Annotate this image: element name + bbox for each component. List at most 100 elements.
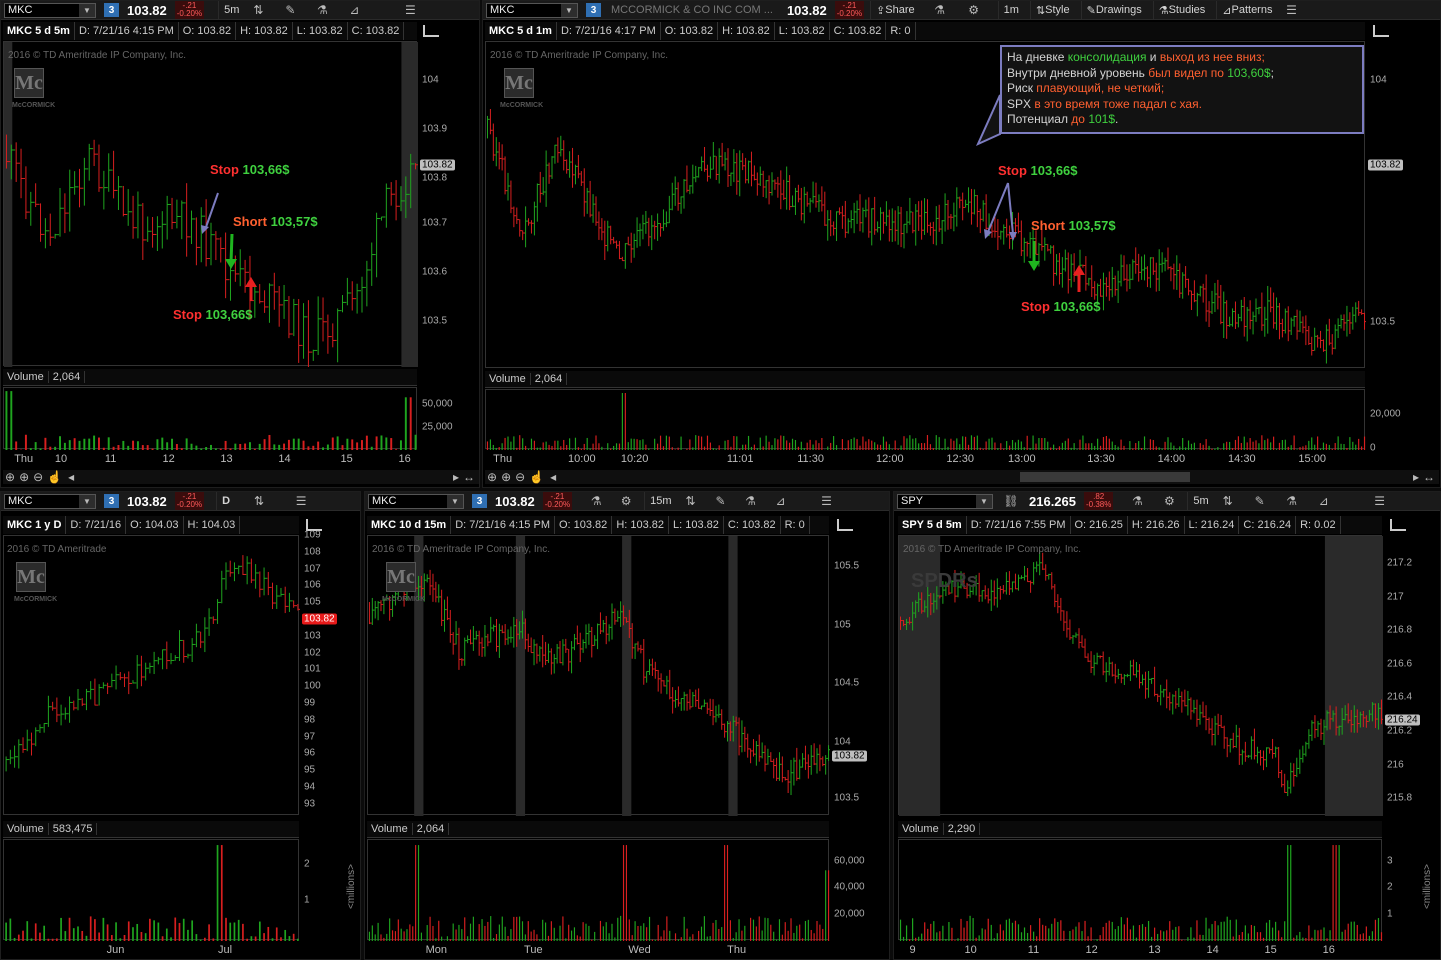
volume-bar xyxy=(174,917,177,941)
chevron-down-icon[interactable]: ▼ xyxy=(976,494,992,508)
price-plot[interactable]: 2016 © TD Ameritrade IP Company, Inc. SP… xyxy=(898,535,1383,816)
crosshair-icon[interactable]: ⊕ xyxy=(487,470,497,484)
volume-bar xyxy=(844,448,846,450)
chevron-down-icon[interactable]: ▼ xyxy=(79,494,95,508)
interval-button[interactable]: 5m xyxy=(1187,492,1213,510)
symbol-input[interactable]: SPY ▼ xyxy=(897,493,993,509)
panel-2-toolbar: MKC ▼ 3 MCCORMICK & CO INC COM ... 103.82… xyxy=(483,1,1440,20)
volume-bar xyxy=(157,922,160,941)
gear-icon[interactable]: ⚙ xyxy=(616,492,636,510)
volume-bar xyxy=(768,441,770,450)
volume-bar xyxy=(680,436,682,450)
symbol-input[interactable]: MKC ▼ xyxy=(4,493,96,509)
volume-bar xyxy=(263,933,265,941)
study-icon[interactable] xyxy=(1373,25,1389,37)
share-button[interactable]: ⇪ Share xyxy=(870,1,920,19)
volume-bar xyxy=(758,916,760,941)
volume-bar xyxy=(1129,441,1131,450)
style-icon[interactable]: ⇅ xyxy=(1218,492,1238,510)
volume-bar xyxy=(588,925,590,941)
link-badge[interactable]: 3 xyxy=(104,494,119,508)
patterns-button[interactable]: ⊿ Patterns xyxy=(1216,1,1277,19)
volume-bar xyxy=(539,447,541,450)
menu-icon[interactable]: ☰ xyxy=(1281,1,1301,19)
price-axis: 1091081071061051041031021011009998979695… xyxy=(301,530,361,815)
scroll-right-icon[interactable]: ▸ xyxy=(1413,470,1419,484)
volume-bar xyxy=(815,440,817,450)
volume-bar xyxy=(486,441,489,450)
volume-bar xyxy=(1226,916,1228,941)
volume-bar xyxy=(643,923,645,941)
volume-plot[interactable] xyxy=(3,839,299,941)
studies-icon[interactable]: ⚗ xyxy=(741,492,761,510)
expand-icon[interactable]: ↔ xyxy=(1423,470,1435,484)
studies-flask-icon[interactable]: ⚗ xyxy=(586,492,606,510)
volume-bar xyxy=(368,931,371,941)
volume-bar xyxy=(1238,934,1240,941)
close-readout: C: 103.82 xyxy=(724,516,781,534)
volume-bar xyxy=(1178,926,1180,941)
volume-bar xyxy=(579,936,581,941)
volume-bar xyxy=(553,927,555,941)
volume-bar xyxy=(1293,435,1295,450)
style-icon[interactable]: ⇅ xyxy=(249,492,269,510)
symbol-input[interactable]: MKC ▼ xyxy=(486,2,578,18)
studies-button[interactable]: ⚗ Studies xyxy=(1152,1,1211,19)
chevron-down-icon[interactable]: ▼ xyxy=(447,494,463,508)
scroll-left-icon[interactable]: ◂ xyxy=(550,470,556,484)
gear-icon[interactable]: ⚙ xyxy=(964,1,984,19)
x-tick-label: 13:00 xyxy=(1008,453,1036,465)
volume-bar xyxy=(1069,930,1071,941)
volume-bar xyxy=(77,926,79,941)
volume-bar xyxy=(967,444,970,450)
volume-bar xyxy=(648,448,650,450)
volume-bar xyxy=(615,443,618,450)
interval-button[interactable]: D xyxy=(216,492,235,510)
scroll-thumb[interactable] xyxy=(1020,472,1190,482)
volume-bar xyxy=(64,931,67,941)
price-plot[interactable]: 2016 © TD Ameritrade IP Company, Inc. Mc… xyxy=(367,535,830,816)
patterns-icon[interactable]: ⊿ xyxy=(1314,492,1334,510)
volume-bar xyxy=(666,916,668,941)
drawings-icon[interactable]: ✎ xyxy=(711,492,731,510)
menu-icon[interactable]: ☰ xyxy=(1370,492,1390,510)
link-badge[interactable]: 3 xyxy=(472,494,487,508)
menu-icon[interactable]: ☰ xyxy=(817,492,837,510)
volume-bar xyxy=(605,922,607,941)
studies-flask-icon[interactable]: ⚗ xyxy=(930,1,950,19)
menu-icon[interactable]: ☰ xyxy=(291,492,311,510)
study-icon[interactable] xyxy=(1390,519,1406,531)
link-badge[interactable]: 3 xyxy=(586,3,601,17)
volume-bar xyxy=(1150,936,1153,941)
y-tick-label: 217 xyxy=(1387,591,1404,603)
volume-plot[interactable] xyxy=(485,389,1366,450)
chart-scrollbar[interactable]: ⊕ ⊕ ⊖ ☝ ◂ ▸ ↔ xyxy=(485,470,1439,484)
drawings-icon[interactable]: ✎ xyxy=(1250,492,1270,510)
symbol-input[interactable]: MKC ▼ xyxy=(368,493,464,509)
volume-plot[interactable] xyxy=(367,839,830,941)
style-button[interactable]: ⇅ Style xyxy=(1029,1,1075,19)
price-plot[interactable]: 2016 © TD Ameritrade Mc McCORMICK xyxy=(3,535,300,815)
gear-icon[interactable]: ⚙ xyxy=(1159,492,1179,510)
link-icon[interactable]: ⛓ xyxy=(1001,492,1021,510)
chevron-down-icon[interactable]: ▼ xyxy=(561,3,577,17)
volume-bar xyxy=(736,436,738,450)
zoom-out-icon[interactable]: ⊖ xyxy=(515,470,525,484)
zoom-in-icon[interactable]: ⊕ xyxy=(501,470,511,484)
study-icon[interactable] xyxy=(837,519,853,531)
last-price: 103.82 xyxy=(127,493,167,509)
volume-bar xyxy=(516,916,518,941)
volume-bar xyxy=(577,447,579,450)
interval-button[interactable]: 1m xyxy=(997,1,1024,19)
interval-button[interactable]: 15m xyxy=(644,492,676,510)
volume-bar xyxy=(636,439,638,450)
hand-icon[interactable]: ☝ xyxy=(529,470,544,484)
studies-flask-icon[interactable]: ⚗ xyxy=(1127,492,1147,510)
drawings-button[interactable]: ✎ Drawings xyxy=(1080,1,1147,19)
x-tick-label: 12:30 xyxy=(946,453,974,465)
volume-plot[interactable] xyxy=(898,839,1383,941)
volume-bar xyxy=(1090,927,1092,941)
patterns-icon[interactable]: ⊿ xyxy=(771,492,791,510)
studies-icon[interactable]: ⚗ xyxy=(1282,492,1302,510)
style-icon[interactable]: ⇅ xyxy=(681,492,701,510)
